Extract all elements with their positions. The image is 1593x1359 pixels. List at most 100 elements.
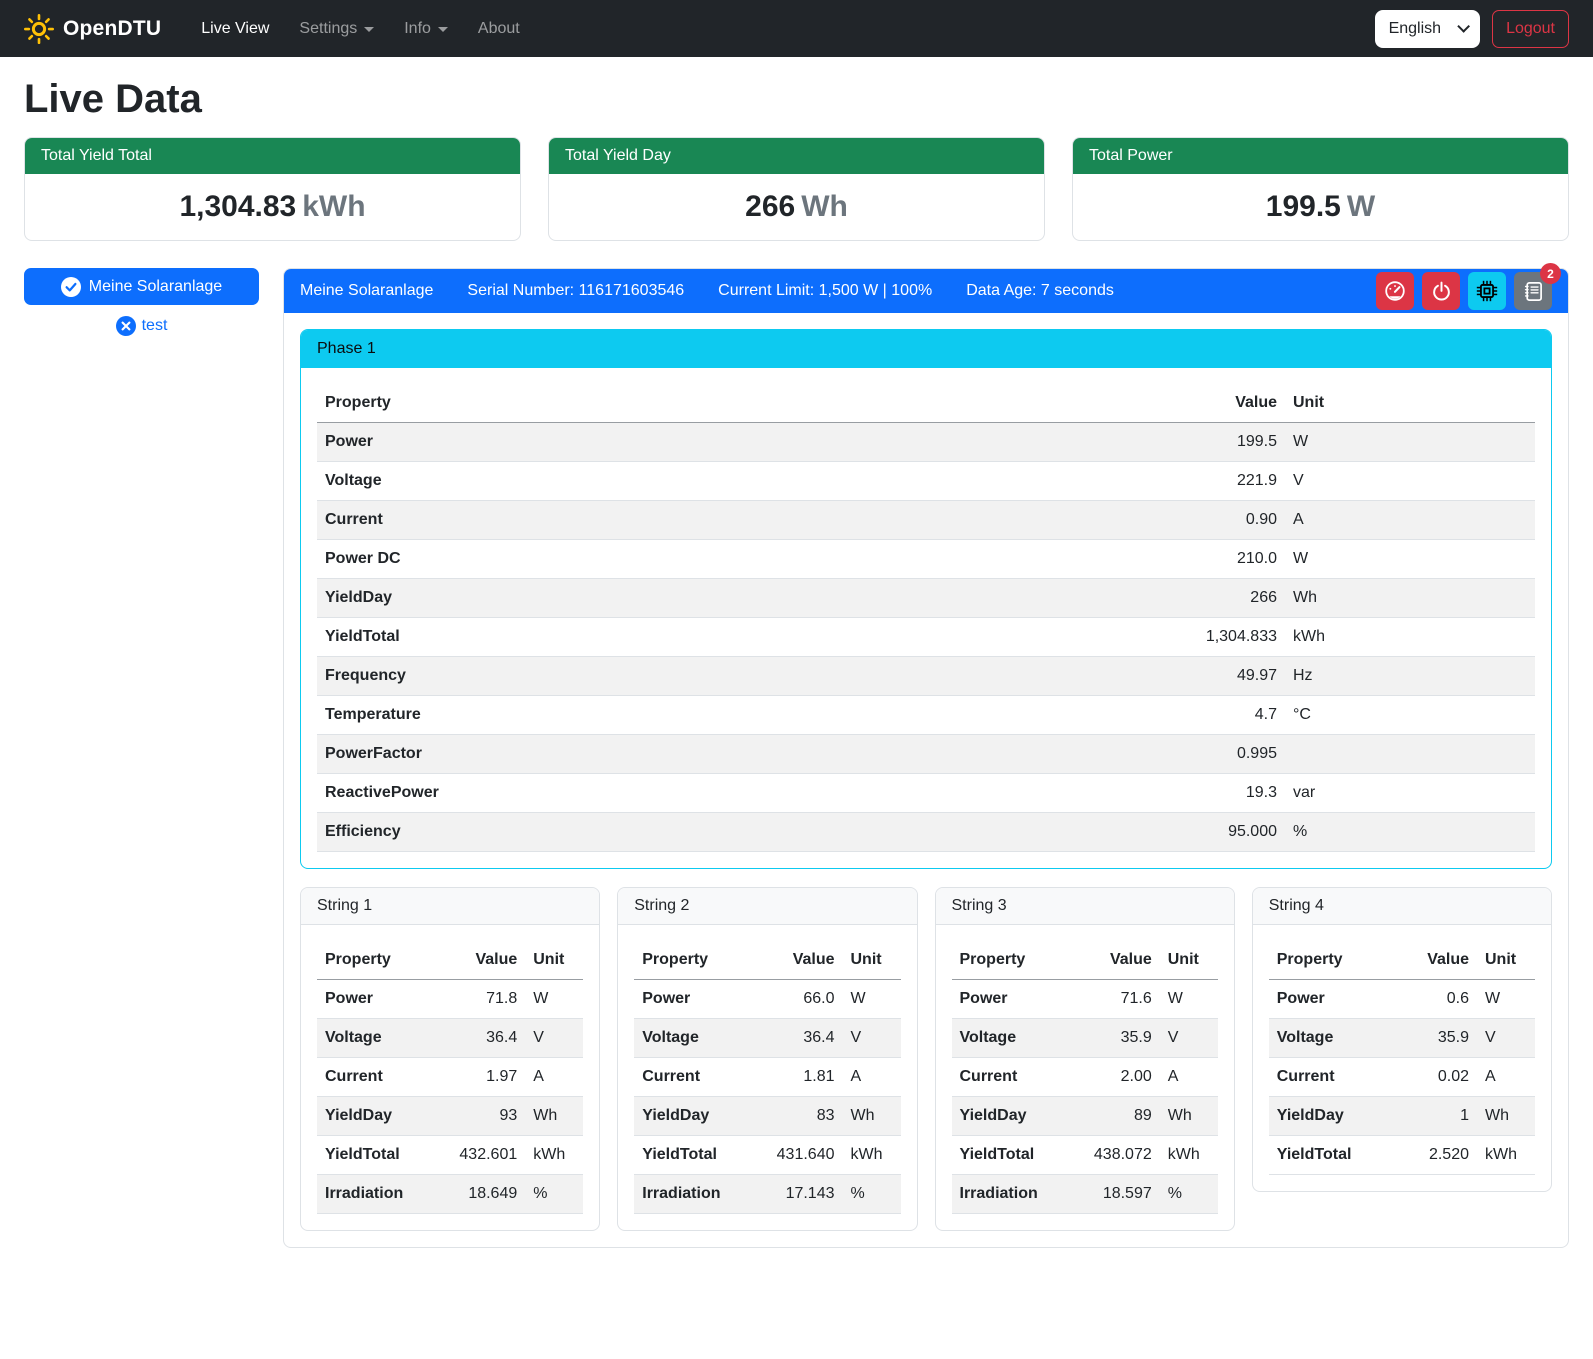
language-select[interactable]: English bbox=[1375, 10, 1480, 48]
speedometer-icon bbox=[1384, 280, 1406, 302]
strings-row: String 1 Property Value Unit bbox=[300, 887, 1552, 1231]
brand[interactable]: OpenDTU bbox=[24, 14, 161, 44]
table-header-row: Property Value Unit bbox=[1269, 941, 1535, 980]
nav-item-label: Info bbox=[404, 20, 431, 38]
nav-links: Live View Settings Info About bbox=[189, 12, 1374, 46]
sidebar-item-label: test bbox=[142, 317, 168, 335]
table-row: YieldTotal432.601kWh bbox=[317, 1136, 583, 1175]
unit-cell: Wh bbox=[1285, 579, 1535, 618]
table-row: PowerFactor0.995 bbox=[317, 735, 1535, 774]
property-cell: YieldDay bbox=[1269, 1097, 1381, 1136]
value-cell: 221.9 bbox=[1135, 462, 1285, 501]
unit-cell: V bbox=[525, 1019, 583, 1058]
table-row: YieldTotal431.640kWh bbox=[634, 1136, 900, 1175]
page-title: Live Data bbox=[24, 77, 1569, 122]
property-cell: Power bbox=[952, 980, 1064, 1019]
journal-icon bbox=[1523, 281, 1544, 302]
summary-card-total-yield-day: Total Yield Day 266Wh bbox=[548, 137, 1045, 241]
table-row: Voltage35.9V bbox=[952, 1019, 1218, 1058]
x-circle-icon bbox=[116, 316, 136, 336]
column-header-unit: Unit bbox=[1285, 384, 1535, 423]
value-cell: 95.000 bbox=[1135, 813, 1285, 852]
phase-table: Property Value Unit Power199.5WVoltage22… bbox=[317, 384, 1535, 852]
value-cell: 0.02 bbox=[1381, 1058, 1477, 1097]
table-row: YieldDay83Wh bbox=[634, 1097, 900, 1136]
value-cell: 210.0 bbox=[1135, 540, 1285, 579]
property-cell: Frequency bbox=[317, 657, 1135, 696]
property-cell: YieldTotal bbox=[317, 1136, 429, 1175]
logout-button[interactable]: Logout bbox=[1492, 10, 1569, 48]
limit-settings-button[interactable] bbox=[1376, 272, 1414, 310]
unit-cell: A bbox=[843, 1058, 901, 1097]
nav-item-info[interactable]: Info bbox=[392, 12, 460, 46]
property-cell: YieldTotal bbox=[1269, 1136, 1381, 1175]
sun-icon bbox=[24, 14, 54, 44]
column-header-property: Property bbox=[317, 384, 1135, 423]
table-row: Current2.00A bbox=[952, 1058, 1218, 1097]
property-cell: Power DC bbox=[317, 540, 1135, 579]
string-card-2: String 2 Property Value Unit bbox=[617, 887, 917, 1231]
summary-card-total-power: Total Power 199.5W bbox=[1072, 137, 1569, 241]
value-cell: 93 bbox=[429, 1097, 525, 1136]
value-cell: 0.90 bbox=[1135, 501, 1285, 540]
column-header-property: Property bbox=[1269, 941, 1381, 980]
table-row: YieldTotal2.520kWh bbox=[1269, 1136, 1535, 1175]
nav-item-settings[interactable]: Settings bbox=[287, 12, 386, 46]
brand-title: OpenDTU bbox=[63, 17, 161, 41]
table-row: Current1.97A bbox=[317, 1058, 583, 1097]
table-row: Voltage36.4V bbox=[317, 1019, 583, 1058]
column-header-unit: Unit bbox=[1477, 941, 1535, 980]
column-header-value: Value bbox=[747, 941, 843, 980]
unit-cell: W bbox=[1477, 980, 1535, 1019]
nav-item-live-view[interactable]: Live View bbox=[189, 12, 281, 46]
summary-cards: Total Yield Total 1,304.83kWh Total Yiel… bbox=[24, 137, 1569, 241]
value-cell: 431.640 bbox=[747, 1136, 843, 1175]
summary-card-unit: W bbox=[1347, 190, 1375, 223]
summary-card-title: Total Power bbox=[1073, 138, 1568, 174]
table-row: YieldTotal438.072kWh bbox=[952, 1136, 1218, 1175]
unit-cell: Hz bbox=[1285, 657, 1535, 696]
device-info-button[interactable] bbox=[1468, 272, 1506, 310]
table-row: Irradiation18.597% bbox=[952, 1175, 1218, 1214]
event-log-button[interactable]: 2 bbox=[1514, 272, 1552, 310]
summary-card-value: 1,304.83 bbox=[179, 190, 296, 223]
column-header-property: Property bbox=[317, 941, 429, 980]
value-cell: 438.072 bbox=[1064, 1136, 1160, 1175]
phase-card-title: Phase 1 bbox=[301, 330, 1551, 368]
inverter-select-button[interactable]: Meine Solaranlage bbox=[24, 268, 259, 305]
unit-cell: Wh bbox=[1160, 1097, 1218, 1136]
string-table: Property Value Unit Power71.6WVoltage35.… bbox=[952, 941, 1218, 1214]
unit-cell: V bbox=[1285, 462, 1535, 501]
summary-card-body: 199.5W bbox=[1073, 174, 1568, 240]
unit-cell: V bbox=[1477, 1019, 1535, 1058]
nav-item-about[interactable]: About bbox=[466, 12, 532, 46]
value-cell: 35.9 bbox=[1381, 1019, 1477, 1058]
table-row: Voltage36.4V bbox=[634, 1019, 900, 1058]
table-row: YieldDay93Wh bbox=[317, 1097, 583, 1136]
string-table: Property Value Unit Power0.6WVoltage35.9… bbox=[1269, 941, 1535, 1175]
property-cell: Voltage bbox=[1269, 1019, 1381, 1058]
property-cell: Current bbox=[317, 501, 1135, 540]
unit-cell: A bbox=[525, 1058, 583, 1097]
property-cell: Power bbox=[634, 980, 746, 1019]
property-cell: YieldDay bbox=[952, 1097, 1064, 1136]
power-button[interactable] bbox=[1422, 272, 1460, 310]
unit-cell: % bbox=[843, 1175, 901, 1214]
unit-cell bbox=[1285, 735, 1535, 774]
property-cell: YieldDay bbox=[317, 579, 1135, 618]
string-table: Property Value Unit Power66.0WVoltage36.… bbox=[634, 941, 900, 1214]
value-cell: 18.649 bbox=[429, 1175, 525, 1214]
summary-card-title: Total Yield Day bbox=[549, 138, 1044, 174]
table-row: Voltage221.9V bbox=[317, 462, 1535, 501]
serial-number: Serial Number: 116171603546 bbox=[467, 282, 684, 300]
sidebar-item-test[interactable]: test bbox=[24, 316, 259, 336]
property-cell: Current bbox=[317, 1058, 429, 1097]
column-header-value: Value bbox=[1135, 384, 1285, 423]
summary-card-unit: Wh bbox=[801, 190, 848, 223]
value-cell: 1,304.833 bbox=[1135, 618, 1285, 657]
value-cell: 49.97 bbox=[1135, 657, 1285, 696]
value-cell: 17.143 bbox=[747, 1175, 843, 1214]
value-cell: 1.97 bbox=[429, 1058, 525, 1097]
property-cell: Irradiation bbox=[317, 1175, 429, 1214]
property-cell: Voltage bbox=[634, 1019, 746, 1058]
